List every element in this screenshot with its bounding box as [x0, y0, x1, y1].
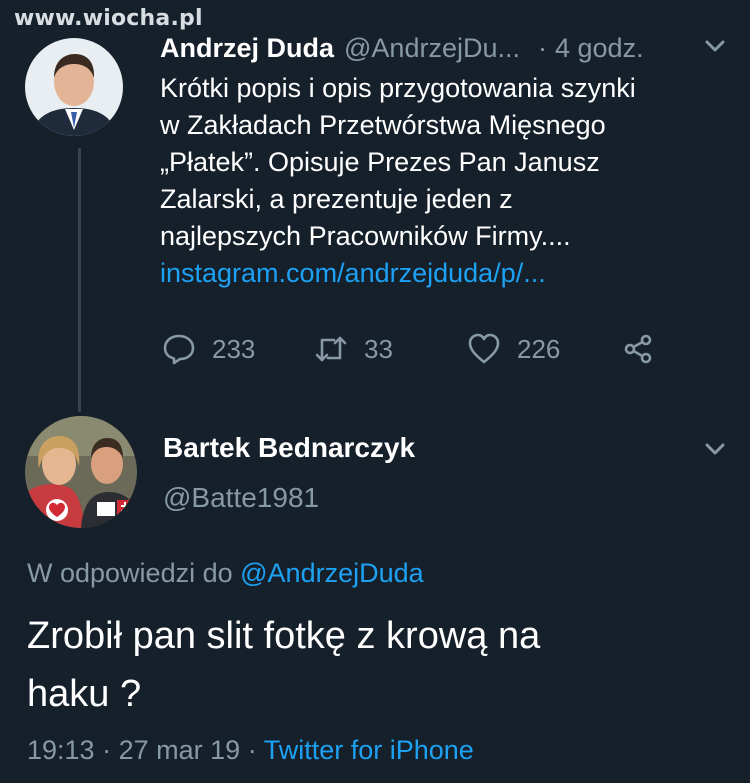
tweet-meta: 19:13 · 27 mar 19 · Twitter for iPhone [27, 735, 474, 766]
original-tweet[interactable]: Andrzej Duda @AndrzejDu... · 4 godz. Kró… [160, 30, 735, 292]
reply-text-line: haku ? [27, 673, 142, 715]
like-icon [468, 333, 500, 364]
separator: · [538, 32, 547, 63]
reply-button[interactable]: 233 [162, 333, 255, 365]
like-button[interactable]: 226 [467, 333, 560, 365]
like-count: 226 [517, 333, 561, 364]
share-icon [624, 334, 652, 364]
reply-count: 233 [212, 333, 256, 364]
retweet-button[interactable]: 33 [314, 333, 393, 365]
tweet-time[interactable]: 4 godz. [555, 33, 644, 64]
reply-context: W odpowiedzi do @AndrzejDuda [27, 558, 424, 589]
author-handle[interactable]: @AndrzejDu... [344, 33, 520, 64]
tweet-link[interactable]: instagram.com/andrzejduda/p/... [160, 255, 735, 292]
tweet-body-line: Zalarski, a prezentuje jeden z [160, 184, 513, 214]
author-name[interactable]: Andrzej Duda [160, 33, 334, 64]
reply-author-avatar[interactable] [25, 416, 137, 528]
reply-author-handle[interactable]: @Batte1981 [163, 482, 319, 514]
reply-text: Zrobił pan slit fotkę z krową na haku ? [27, 607, 727, 723]
reply-prefix: W odpowiedzi do [27, 558, 233, 588]
meta-time: 19:13 [27, 735, 95, 765]
meta-source[interactable]: Twitter for iPhone [264, 735, 474, 765]
meta-separator: · [247, 735, 257, 765]
retweet-icon [315, 336, 347, 362]
chevron-down-icon[interactable] [704, 38, 726, 54]
reply-mention[interactable]: @AndrzejDuda [240, 558, 424, 588]
thread-line [78, 148, 81, 412]
tweet-body-line: „Płatek”. Opisuje Prezes Pan Janusz [160, 147, 600, 177]
reply-icon [163, 334, 195, 365]
author-avatar[interactable] [25, 38, 123, 136]
tweet-body-line: Krótki popis i opis przygotowania szynki [160, 73, 636, 103]
reply-author-name[interactable]: Bartek Bednarczyk [163, 432, 415, 464]
retweet-count: 33 [364, 333, 393, 364]
share-button[interactable] [622, 333, 670, 365]
chevron-down-icon[interactable] [704, 441, 726, 457]
reply-text-line: Zrobił pan slit fotkę z krową na [27, 615, 541, 657]
meta-separator: · [102, 735, 112, 765]
watermark: www.wiocha.pl [14, 6, 203, 31]
tweet-body-line: w Zakładach Przetwórstwa Mięsnego [160, 110, 606, 140]
tweet-actions: 233 33 226 [162, 333, 662, 369]
tweet-body: Krótki popis i opis przygotowania szynki… [160, 70, 735, 292]
meta-date: 27 mar 19 [118, 735, 241, 765]
tweet-header: Andrzej Duda @AndrzejDu... · 4 godz. [160, 30, 735, 66]
tweet-body-line: najlepszych Pracowników Firmy.... [160, 221, 571, 251]
